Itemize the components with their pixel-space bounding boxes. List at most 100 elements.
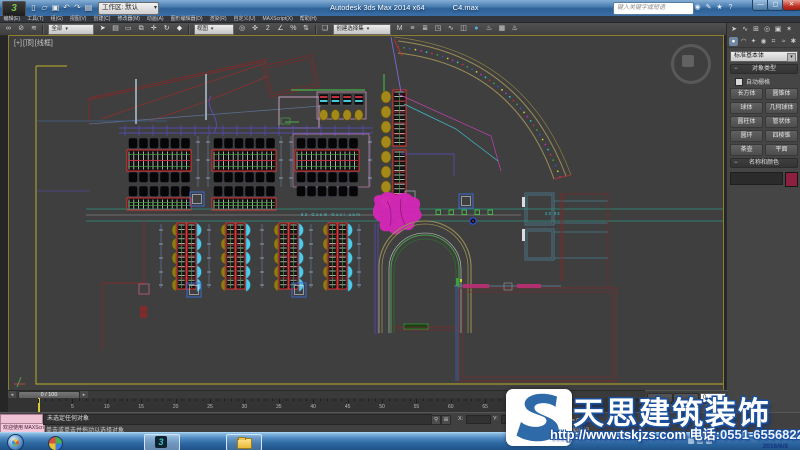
taskbar-3dsmax-button[interactable]: 3 xyxy=(144,434,180,450)
primitive-type-dropdown[interactable]: 标准基本体 ▾ xyxy=(730,51,798,62)
render-setup-icon[interactable]: ♨ xyxy=(483,24,495,34)
menu-item-rendering[interactable]: 渲染(R) xyxy=(206,16,230,22)
primitive-button-圆环[interactable]: 圆环 xyxy=(730,130,763,142)
spinner-snap-toggle-icon[interactable]: ⇅ xyxy=(300,24,312,34)
viewport-menu-toggle[interactable]: [+] xyxy=(14,40,22,47)
primitive-button-管状体[interactable]: 管状体 xyxy=(765,116,798,128)
menu-item-graph-editors[interactable]: 图形编辑器(D) xyxy=(167,16,206,22)
bind-to-space-warp-icon[interactable]: ≋ xyxy=(28,24,40,34)
rendered-frame-window-icon[interactable]: ▦ xyxy=(496,24,508,34)
primitive-button-球体[interactable]: 球体 xyxy=(730,102,763,114)
undo-icon[interactable]: ↶ xyxy=(61,2,72,13)
motion-tab[interactable]: ◎ xyxy=(762,25,772,35)
reference-coordinate-combo[interactable]: 视图▾ xyxy=(194,24,234,35)
project-folder-icon[interactable]: ▤ xyxy=(83,2,94,13)
display-tab[interactable]: ▣ xyxy=(773,25,783,35)
snaps-toggle-25-icon[interactable]: 2 xyxy=(262,24,274,34)
favorites-icon[interactable]: ★ xyxy=(714,3,725,13)
object-name-input[interactable] xyxy=(730,172,783,185)
application-menu-button[interactable]: 3 xyxy=(2,1,26,17)
render-production-icon[interactable]: ♨ xyxy=(509,24,521,34)
primitive-button-几何球体[interactable]: 几何球体 xyxy=(765,102,798,114)
coord-y-field[interactable] xyxy=(501,415,526,424)
rectangular-selection-region-icon[interactable]: ▭ xyxy=(122,24,134,34)
menu-item-maxscript[interactable]: MAXScript(X) xyxy=(259,16,296,22)
percent-snap-toggle-icon[interactable]: % xyxy=(287,24,299,34)
select-by-name-icon[interactable]: ▤ xyxy=(110,24,122,34)
lights-category[interactable]: ✦ xyxy=(749,37,758,46)
menu-item-help[interactable]: 帮助(H) xyxy=(296,16,320,22)
open-file-icon[interactable]: ▱ xyxy=(39,2,50,13)
menu-item-group[interactable]: 组(G) xyxy=(47,16,66,22)
object-color-swatch[interactable] xyxy=(785,172,798,187)
primitive-button-圆锥体[interactable]: 圆锥体 xyxy=(765,88,798,100)
schematic-view-icon[interactable]: ◫ xyxy=(458,24,470,34)
viewcube[interactable] xyxy=(671,44,711,84)
edit-named-selection-sets-icon[interactable]: ❏ xyxy=(319,24,331,34)
infocenter-search-input[interactable]: 键入关键字或短语 xyxy=(613,2,694,15)
menu-item-modifiers[interactable]: 修改器(M) xyxy=(114,16,144,22)
geometry-category[interactable]: ● xyxy=(729,37,738,46)
primitive-button-长方体[interactable]: 长方体 xyxy=(730,88,763,100)
absolute-offset-toggle[interactable]: ⊞ xyxy=(441,415,451,425)
selection-filter-combo[interactable]: 全部▾ xyxy=(48,24,94,35)
select-and-link-icon[interactable]: ∞ xyxy=(2,24,14,34)
primitive-button-平面[interactable]: 平面 xyxy=(765,144,798,156)
selection-lock-toggle[interactable]: ⚲ xyxy=(431,415,441,425)
key-controls[interactable] xyxy=(673,393,699,403)
menu-item-create[interactable]: 创建(C) xyxy=(90,16,114,22)
close-button[interactable]: ✕ xyxy=(782,0,800,11)
taskbar-app-icon[interactable] xyxy=(48,436,63,450)
object-type-rollout-header[interactable]: − 对象类型 xyxy=(730,64,798,74)
graphite-ribbon-icon[interactable]: ◳ xyxy=(432,24,444,34)
primitive-button-四棱锥[interactable]: 四棱锥 xyxy=(765,130,798,142)
search-icon[interactable]: ◉ xyxy=(692,3,703,13)
top-viewport[interactable]: 62 Guem Guci uem23 83 [+][顶][线框] xyxy=(8,35,724,391)
tray-icon[interactable] xyxy=(688,438,694,444)
helpers-category[interactable]: ⌗ xyxy=(769,37,778,46)
use-pivot-point-center-icon[interactable]: ◎ xyxy=(236,24,248,34)
menu-item-edit[interactable]: 编辑(E) xyxy=(0,16,24,22)
track-bar[interactable]: 510152025303540455055606570758085 xyxy=(8,398,645,413)
current-frame-field[interactable]: 0 xyxy=(700,393,726,403)
named-selection-combo[interactable]: 创建选择集▾ xyxy=(333,24,391,35)
start-button[interactable] xyxy=(7,434,24,450)
hierarchy-tab[interactable]: ⊞ xyxy=(751,25,761,35)
redo-icon[interactable]: ↷ xyxy=(72,2,83,13)
space-warps-category[interactable]: ≈ xyxy=(779,37,788,46)
tray-icon[interactable] xyxy=(706,438,712,444)
shapes-category[interactable]: ◠ xyxy=(739,37,748,46)
window-crossing-toggle-icon[interactable]: ⧉ xyxy=(135,24,147,34)
modify-tab[interactable]: ∿ xyxy=(740,25,750,35)
coord-z-field[interactable] xyxy=(536,415,561,424)
taskbar-folder-button[interactable] xyxy=(226,434,262,450)
help-icon[interactable]: ? xyxy=(725,3,736,13)
tray-icon[interactable] xyxy=(697,438,703,444)
coord-x-field[interactable] xyxy=(466,415,491,424)
autogrid-checkbox[interactable] xyxy=(735,78,743,86)
menu-item-animation[interactable]: 动画(A) xyxy=(143,16,167,22)
viewport-shading-label[interactable]: [线框] xyxy=(35,40,53,47)
workspace-dropdown[interactable]: 工作区: 默认 ▾ xyxy=(98,2,159,15)
cameras-category[interactable]: ◉ xyxy=(759,37,768,46)
name-color-rollout-header[interactable]: − 名称和颜色 xyxy=(730,158,798,168)
primitive-button-圆柱体[interactable]: 圆柱体 xyxy=(730,116,763,128)
menu-item-tools[interactable]: 工具(T) xyxy=(24,16,47,22)
new-scene-icon[interactable]: ▯ xyxy=(28,2,39,13)
systems-category[interactable]: ✱ xyxy=(789,37,798,46)
mirror-icon[interactable]: M xyxy=(394,24,406,34)
utilities-tab[interactable]: ✶ xyxy=(784,25,794,35)
curve-editor-icon[interactable]: ∿ xyxy=(445,24,457,34)
select-and-manipulate-icon[interactable]: ✜ xyxy=(249,24,261,34)
select-and-scale-icon[interactable]: ◆ xyxy=(173,24,185,34)
select-object-icon[interactable]: ➤ xyxy=(97,24,109,34)
angle-snap-toggle-icon[interactable]: ∠ xyxy=(275,24,287,34)
unlink-selection-icon[interactable]: ⊘ xyxy=(15,24,27,34)
menu-item-views[interactable]: 视图(V) xyxy=(66,16,90,22)
select-and-rotate-icon[interactable]: ↻ xyxy=(161,24,173,34)
create-tab[interactable]: ➤ xyxy=(729,25,739,35)
viewport-view-label[interactable]: [顶] xyxy=(23,40,34,47)
layer-manager-icon[interactable]: ≣ xyxy=(419,24,431,34)
select-and-move-icon[interactable]: ✛ xyxy=(148,24,160,34)
communication-center-icon[interactable]: ✎ xyxy=(703,3,714,13)
